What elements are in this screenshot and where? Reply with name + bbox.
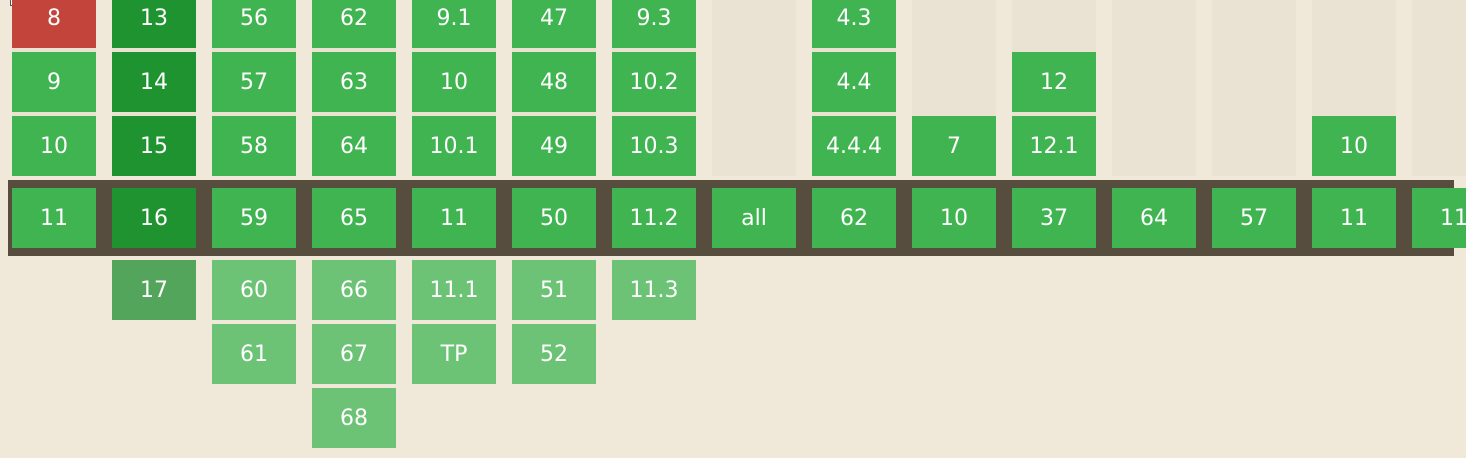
browser-support-grid: 8 9 10 11 13 14 15 16 17 56 57 58 59 60 61 62 63 64 65 66 67… bbox=[0, 0, 1466, 458]
version-cell-current[interactable]: 11 bbox=[12, 188, 96, 248]
version-cell-current[interactable]: 11 bbox=[1412, 188, 1466, 248]
version-cell-future[interactable]: 11.1 bbox=[412, 260, 496, 320]
version-cell-future[interactable]: 51 bbox=[512, 260, 596, 320]
version-cell-current[interactable]: 65 bbox=[312, 188, 396, 248]
version-cell-past[interactable]: 15 bbox=[112, 116, 196, 176]
version-cell-past[interactable]: 14 bbox=[112, 52, 196, 112]
version-cell-past[interactable]: 10.2 bbox=[612, 52, 696, 112]
version-cell-past[interactable]: 62 bbox=[312, 0, 396, 48]
version-cell-current[interactable]: 11 bbox=[1312, 188, 1396, 248]
version-cell-past[interactable]: 13 bbox=[112, 0, 196, 48]
version-cell-current[interactable]: 59 bbox=[212, 188, 296, 248]
version-cell-past[interactable]: 12 bbox=[1012, 52, 1096, 112]
version-cell-current[interactable]: 11 bbox=[412, 188, 496, 248]
version-cell-future[interactable]: 66 bbox=[312, 260, 396, 320]
version-cell-current[interactable]: 10 bbox=[912, 188, 996, 248]
version-cell-future[interactable]: 17 bbox=[112, 260, 196, 320]
version-cell-current[interactable]: 64 bbox=[1112, 188, 1196, 248]
version-cell-past[interactable]: 10 bbox=[1312, 116, 1396, 176]
version-cell-past[interactable]: 48 bbox=[512, 52, 596, 112]
version-cell-past[interactable]: 4.4 bbox=[812, 52, 896, 112]
column-background bbox=[1112, 0, 1196, 176]
version-cell-future[interactable]: TP bbox=[412, 324, 496, 384]
version-cell-past[interactable]: 9 bbox=[12, 52, 96, 112]
version-cell-current[interactable]: 50 bbox=[512, 188, 596, 248]
version-cell-past[interactable]: 57 bbox=[212, 52, 296, 112]
version-cell-future[interactable]: 61 bbox=[212, 324, 296, 384]
column-background bbox=[1412, 0, 1466, 176]
version-cell-current[interactable]: 62 bbox=[812, 188, 896, 248]
version-cell-current[interactable]: 16 bbox=[112, 188, 196, 248]
version-cell-past[interactable]: 10 bbox=[412, 52, 496, 112]
version-cell-past[interactable]: 58 bbox=[212, 116, 296, 176]
version-cell-past[interactable]: 8 bbox=[12, 0, 96, 48]
version-cell-past[interactable]: 9.3 bbox=[612, 0, 696, 48]
column-background bbox=[712, 0, 796, 176]
version-cell-past[interactable]: 4.4.4 bbox=[812, 116, 896, 176]
version-cell-past[interactable]: 47 bbox=[512, 0, 596, 48]
version-cell-past[interactable]: 56 bbox=[212, 0, 296, 48]
version-cell-current[interactable]: 11.2 bbox=[612, 188, 696, 248]
version-cell-past[interactable]: 10 bbox=[12, 116, 96, 176]
version-cell-past[interactable]: 64 bbox=[312, 116, 396, 176]
version-cell-future[interactable]: 60 bbox=[212, 260, 296, 320]
column-background bbox=[1212, 0, 1296, 176]
version-cell-future[interactable]: 67 bbox=[312, 324, 396, 384]
version-cell-past[interactable]: 63 bbox=[312, 52, 396, 112]
version-cell-future[interactable]: 52 bbox=[512, 324, 596, 384]
version-cell-future[interactable]: 68 bbox=[312, 388, 396, 448]
version-cell-past[interactable]: 10.1 bbox=[412, 116, 496, 176]
version-cell-past[interactable]: 4.3 bbox=[812, 0, 896, 48]
version-cell-past[interactable]: 12.1 bbox=[1012, 116, 1096, 176]
version-cell-past[interactable]: 9.1 bbox=[412, 0, 496, 48]
version-cell-past[interactable]: 7 bbox=[912, 116, 996, 176]
version-cell-past[interactable]: 49 bbox=[512, 116, 596, 176]
version-cell-current[interactable]: all bbox=[712, 188, 796, 248]
version-cell-future[interactable]: 11.3 bbox=[612, 260, 696, 320]
version-cell-past[interactable]: 10.3 bbox=[612, 116, 696, 176]
version-cell-current[interactable]: 37 bbox=[1012, 188, 1096, 248]
version-cell-current[interactable]: 57 bbox=[1212, 188, 1296, 248]
